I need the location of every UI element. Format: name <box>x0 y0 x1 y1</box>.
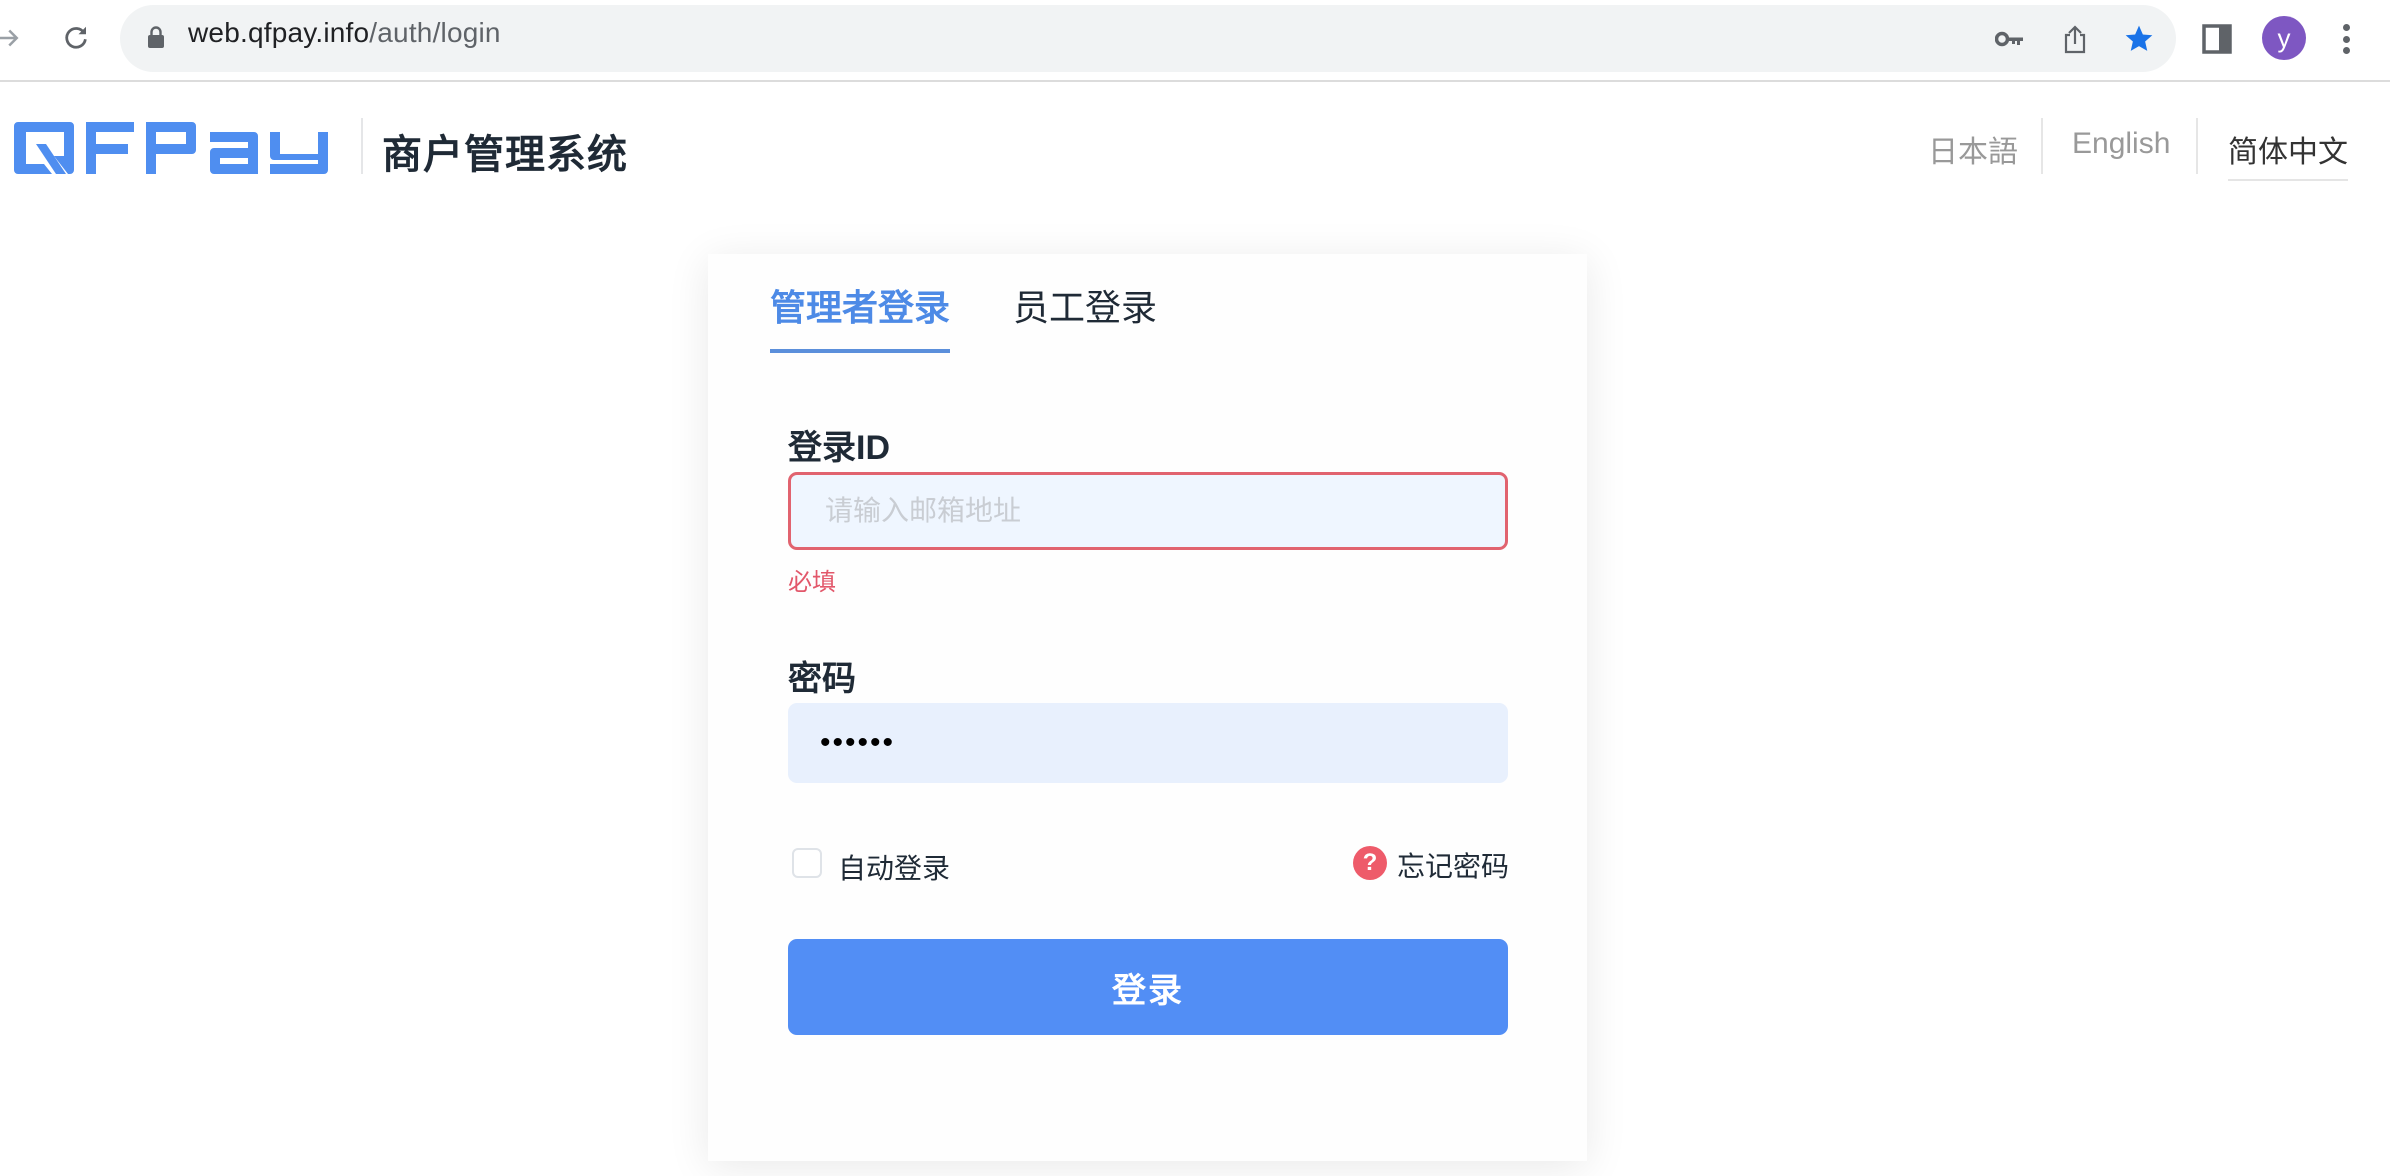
qfpay-logo[interactable] <box>14 122 340 176</box>
bookmark-star-icon[interactable] <box>2120 20 2158 58</box>
language-japanese[interactable]: 日本語 <box>1928 127 2018 171</box>
password-label: 密码 <box>788 660 856 698</box>
url-host: web.qfpay.info <box>188 17 370 48</box>
url-text[interactable]: web.qfpay.info/auth/login <box>188 17 501 49</box>
forgot-password-link[interactable]: 忘记密码 <box>1397 845 1509 885</box>
question-circle-icon[interactable]: ? <box>1353 846 1387 880</box>
key-icon[interactable] <box>1991 20 2029 58</box>
auto-login-checkbox[interactable] <box>792 848 822 878</box>
tab-admin-login[interactable]: 管理者登录 <box>770 279 950 331</box>
site-title: 商户管理系统 <box>382 133 628 177</box>
language-divider <box>2196 118 2198 174</box>
forward-icon[interactable] <box>0 18 28 58</box>
kebab-menu-icon[interactable] <box>2336 20 2356 58</box>
password-input[interactable] <box>788 703 1508 783</box>
language-divider <box>2041 118 2043 174</box>
login-id-error: 必填 <box>788 569 836 596</box>
tab-staff-login[interactable]: 员工登录 <box>1013 279 1157 331</box>
share-icon[interactable] <box>2056 20 2094 58</box>
side-panel-icon[interactable] <box>2202 24 2232 54</box>
lock-icon[interactable] <box>148 26 164 48</box>
auto-login-label[interactable]: 自动登录 <box>838 847 950 887</box>
url-path: /auth/login <box>369 17 501 48</box>
language-english[interactable]: English <box>2072 127 2170 161</box>
reload-icon[interactable] <box>56 18 96 58</box>
language-simplified-chinese[interactable]: 简体中文 <box>2228 127 2348 181</box>
avatar[interactable]: y <box>2262 16 2306 60</box>
login-button[interactable]: 登录 <box>788 939 1508 1035</box>
login-id-label: 登录ID <box>788 429 890 467</box>
browser-toolbar: web.qfpay.info/auth/login y <box>0 0 2390 82</box>
login-id-input[interactable] <box>788 472 1508 550</box>
active-tab-indicator <box>770 349 950 353</box>
logo-divider <box>361 118 363 174</box>
